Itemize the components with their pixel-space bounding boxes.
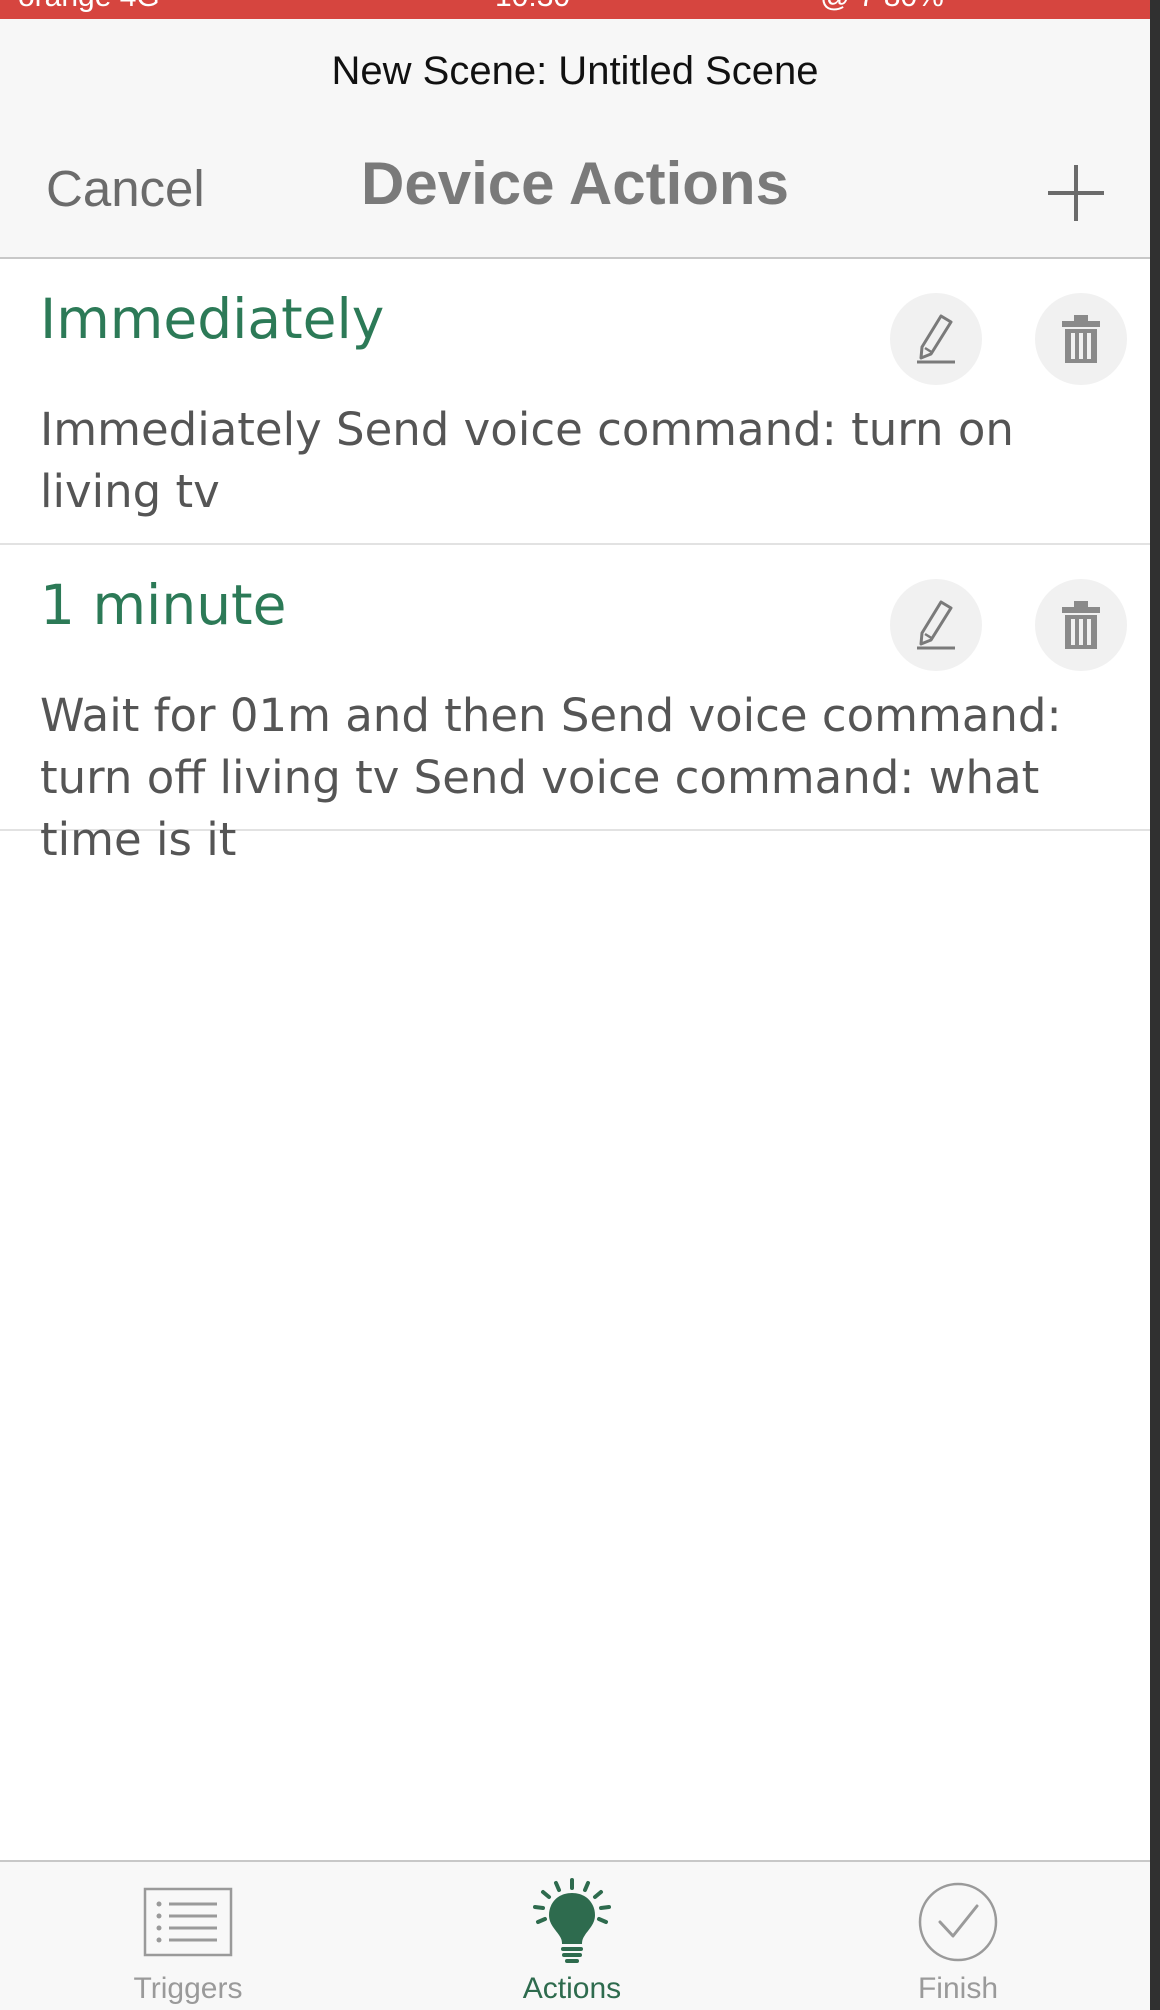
phone-screen: orange 4G 10:30 @ 7 80% New Scene: Untit… (0, 0, 1150, 2010)
pencil-icon (917, 600, 955, 650)
list-icon (143, 1887, 233, 1957)
tab-triggers[interactable]: Triggers (38, 1862, 338, 2010)
tab-label: Triggers (133, 1972, 243, 2005)
action-delay-label: 1 minute (40, 573, 287, 637)
action-description: Immediately Send voice command: turn on … (40, 403, 1014, 518)
action-list-item[interactable]: Immediately Immediately Send voice comma… (0, 259, 1150, 545)
tab-label: Finish (917, 1972, 999, 2005)
page-title: Device Actions (361, 150, 789, 217)
edit-action-button[interactable] (890, 293, 982, 385)
status-time: 10:30 (495, 0, 570, 14)
action-list-item[interactable]: 1 minute Wait for 01m and then Send voic… (0, 545, 1150, 866)
pencil-icon (917, 314, 955, 364)
tab-bar: Triggers Actions Finish (0, 1860, 1150, 2010)
action-description: Wait for 01m and then Send voice command… (40, 689, 1062, 866)
edit-action-button[interactable] (890, 579, 982, 671)
window-edge (1150, 0, 1160, 2010)
status-carrier: orange 4G (18, 0, 160, 14)
checkmark-circle-icon (918, 1882, 998, 1962)
action-delay-label: Immediately (40, 287, 385, 351)
add-action-button[interactable] (1040, 157, 1112, 229)
tab-label: Actions (522, 1972, 622, 2005)
plus-icon (1048, 165, 1104, 221)
navigation-header: New Scene: Untitled Scene Cancel Device … (0, 19, 1150, 259)
status-battery: @ 7 80% (820, 0, 944, 14)
status-bar: orange 4G 10:30 @ 7 80% (0, 0, 1150, 19)
tab-finish[interactable]: Finish (808, 1862, 1108, 2010)
trash-icon (1062, 601, 1100, 649)
delete-action-button[interactable] (1035, 293, 1127, 385)
lightbulb-icon (533, 1878, 611, 1963)
scene-title: New Scene: Untitled Scene (331, 49, 819, 93)
trash-icon (1062, 315, 1100, 363)
tab-actions[interactable]: Actions (422, 1862, 722, 2010)
delete-action-button[interactable] (1035, 579, 1127, 671)
